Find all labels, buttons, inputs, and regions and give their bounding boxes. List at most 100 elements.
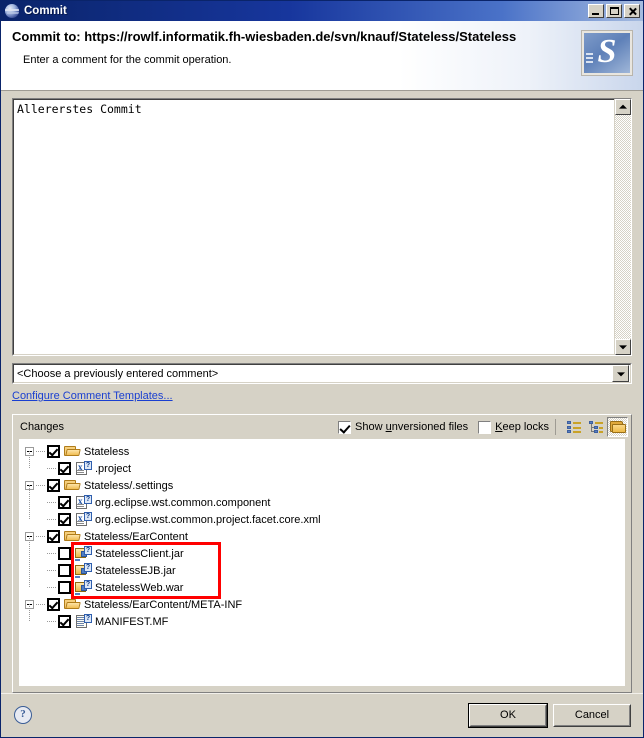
tree-row-label: org.eclipse.wst.common.component (95, 496, 271, 509)
footer-buttons: OK Cancel (468, 702, 631, 728)
tree-row[interactable]: Stateless/EarContent (19, 528, 625, 545)
xml-file-icon: ? (75, 511, 92, 527)
tree-guide-line (29, 536, 31, 587)
tree-row-label: org.eclipse.wst.common.project.facet.cor… (95, 513, 321, 526)
folder-icon (64, 479, 81, 493)
tree-row-checkbox[interactable] (58, 615, 71, 628)
tree-row-label: .project (95, 462, 132, 475)
tree-connector (47, 501, 56, 504)
tree-row[interactable]: Stateless/.settings (19, 477, 625, 494)
dialog-footer: ? OK Cancel (1, 693, 643, 737)
title-bar: Commit (1, 1, 643, 21)
tree-connector (47, 552, 56, 555)
page-title: Commit to: https://rowlf.informatik.fh-w… (12, 29, 517, 44)
tree-row-checkbox[interactable] (58, 581, 71, 594)
keep-locks-checkbox[interactable]: Keep locks (478, 420, 549, 434)
tree-row-label: Stateless/EarContent/META-INF (84, 598, 243, 611)
tree-row[interactable]: ?org.eclipse.wst.common.component (19, 494, 625, 511)
tree-row[interactable]: ? StatelessEJB.jar (19, 562, 625, 579)
tree-row-checkbox[interactable] (58, 564, 71, 577)
tree-row-label: Stateless (84, 445, 130, 458)
svn-globe-icon (4, 3, 20, 19)
tree-row-checkbox[interactable] (58, 462, 71, 475)
tree-row-checkbox[interactable] (58, 547, 71, 560)
comment-text[interactable]: Allererstes Commit (13, 99, 614, 355)
tree-connector (47, 620, 56, 623)
tree-row-checkbox[interactable] (58, 496, 71, 509)
close-button[interactable] (624, 4, 640, 18)
keep-locks-label: Keep locks (495, 421, 549, 433)
xml-file-icon: ? (75, 494, 92, 510)
manifest-file-icon: ? (75, 613, 92, 629)
previous-comments-value: <Choose a previously entered comment> (17, 367, 219, 380)
tree-row[interactable]: ? MANIFEST.MF (19, 613, 625, 630)
xml-file-icon: ? (75, 460, 92, 476)
tree-row[interactable]: ?.project (19, 460, 625, 477)
footer-divider (1, 693, 643, 694)
commit-dialog: Commit Commit to: https://rowlf.informat… (0, 0, 644, 738)
folder-icon (64, 530, 81, 544)
compressed-folders-icon[interactable] (607, 417, 628, 437)
tree-connector (36, 484, 45, 487)
tree-connector (47, 569, 56, 572)
scroll-up-icon[interactable] (615, 99, 631, 115)
show-unversioned-checkbox-box[interactable] (338, 420, 352, 434)
window-title: Commit (24, 5, 67, 17)
tree-row[interactable]: Stateless (19, 443, 625, 460)
changes-tree-rows: Stateless?.projectStateless/.settings?or… (19, 439, 625, 630)
tree-layout-icon[interactable] (585, 417, 606, 437)
tree-row-label: Stateless/EarContent (84, 530, 188, 543)
tree-guide-line (29, 485, 31, 519)
cancel-button[interactable]: Cancel (553, 703, 631, 727)
tree-row[interactable]: ? StatelessClient.jar (19, 545, 625, 562)
tree-connector (47, 518, 56, 521)
configure-comment-templates-link[interactable]: Configure Comment Templates... (12, 390, 173, 402)
tree-row-checkbox[interactable] (58, 513, 71, 526)
tree-guide-line (29, 451, 31, 468)
tree-row[interactable]: ? StatelessWeb.war (19, 579, 625, 596)
changes-tree[interactable]: Stateless?.projectStateless/.settings?or… (19, 439, 625, 686)
tree-row[interactable]: ?org.eclipse.wst.common.project.facet.co… (19, 511, 625, 528)
tree-connector (36, 603, 45, 606)
dialog-body: Allererstes Commit <Choose a previously … (1, 91, 643, 693)
jar-file-icon: ? (75, 562, 92, 578)
dialog-header: Commit to: https://rowlf.informatik.fh-w… (1, 21, 643, 91)
changes-toolbar: Show unversioned files Keep locks (328, 417, 628, 437)
tree-row-label: StatelessClient.jar (95, 547, 184, 560)
changes-group-label: Changes (20, 421, 65, 433)
tree-row-checkbox[interactable] (47, 479, 60, 492)
templates-link-row: Configure Comment Templates... (12, 390, 632, 406)
comment-scrollbar[interactable] (614, 99, 631, 355)
tree-row-checkbox[interactable] (47, 598, 60, 611)
jar-file-icon: ? (75, 545, 92, 561)
keep-locks-checkbox-box[interactable] (478, 420, 492, 434)
tree-guide-line (29, 604, 31, 621)
comment-textarea[interactable]: Allererstes Commit (12, 98, 632, 356)
tree-row-checkbox[interactable] (47, 530, 60, 543)
folder-icon (64, 598, 81, 612)
scroll-down-icon[interactable] (615, 339, 631, 355)
maximize-button[interactable] (606, 4, 622, 18)
tree-row-checkbox[interactable] (47, 445, 60, 458)
folder-icon (64, 445, 81, 459)
jar-file-icon: ? (75, 579, 92, 595)
window-controls (588, 4, 641, 18)
tree-connector (36, 450, 45, 453)
ok-button[interactable]: OK (468, 702, 548, 728)
toolbar-divider (555, 419, 556, 435)
help-icon[interactable]: ? (14, 706, 32, 724)
scrollbar-track[interactable] (615, 115, 631, 339)
page-subtitle: Enter a comment for the commit operation… (23, 54, 232, 66)
tree-row-label: MANIFEST.MF (95, 615, 169, 628)
chevron-down-icon[interactable] (612, 365, 629, 382)
previous-comments-combo[interactable]: <Choose a previously entered comment> (12, 363, 632, 384)
changes-header: Changes Show unversioned files Keep lock… (13, 415, 631, 439)
tree-row-label: StatelessWeb.war (95, 581, 184, 594)
show-unversioned-label: Show unversioned files (355, 421, 469, 433)
tree-row[interactable]: Stateless/EarContent/META-INF (19, 596, 625, 613)
flat-layout-icon[interactable] (563, 417, 584, 437)
show-unversioned-files-checkbox[interactable]: Show unversioned files (338, 420, 469, 434)
previous-comments-row: <Choose a previously entered comment> (12, 363, 632, 384)
minimize-button[interactable] (588, 4, 604, 18)
tree-connector (47, 586, 56, 589)
